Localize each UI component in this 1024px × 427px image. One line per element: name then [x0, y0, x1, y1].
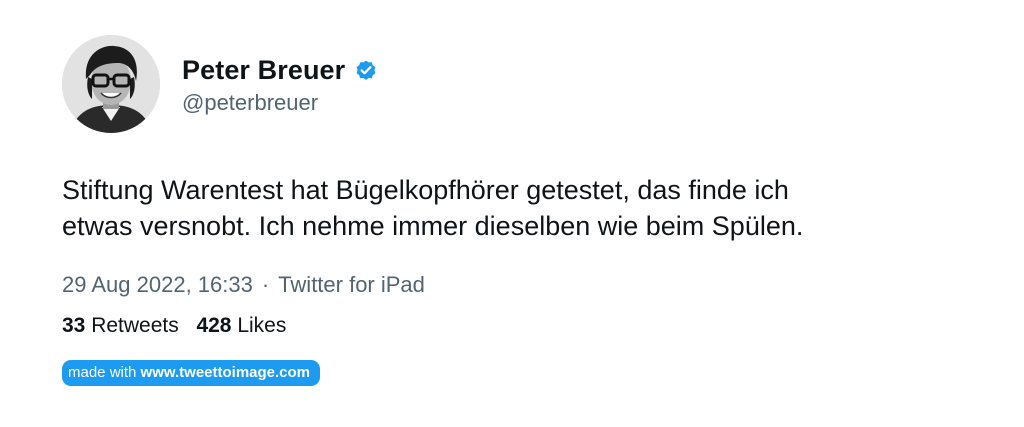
tweet-source[interactable]: Twitter for iPad	[278, 272, 425, 298]
likes-label[interactable]: Likes	[237, 314, 286, 337]
badge-site-link[interactable]: www.tweettoimage.com	[141, 364, 310, 381]
tweet-timestamp[interactable]: 29 Aug 2022, 16:33	[62, 272, 253, 298]
badge-prefix: made with	[68, 364, 141, 381]
avatar[interactable]	[62, 35, 160, 133]
user-handle[interactable]: @peterbreuer	[182, 90, 318, 116]
retweets-count[interactable]: 33	[62, 314, 85, 337]
avatar-photo	[62, 35, 160, 133]
likes-count[interactable]: 428	[196, 314, 231, 337]
tweet-stats: 33 Retweets 428 Likes	[62, 314, 286, 338]
retweets-label[interactable]: Retweets	[91, 314, 179, 337]
tweet-text: Stiftung Warentest hat Bügelkopfhörer ge…	[62, 175, 804, 241]
meta-separator: ·	[261, 272, 270, 297]
display-name[interactable]: Peter Breuer	[182, 55, 345, 86]
verified-badge-icon	[354, 58, 378, 82]
watermark-badge[interactable]: made with www.tweettoimage.com	[62, 360, 321, 386]
tweet-card: Peter Breuer @peterbreuer Stiftung Waren…	[0, 0, 1024, 427]
tweet-meta: 29 Aug 2022, 16:33 · Twitter for iPad	[62, 272, 425, 298]
author-name-row: Peter Breuer	[182, 53, 378, 87]
